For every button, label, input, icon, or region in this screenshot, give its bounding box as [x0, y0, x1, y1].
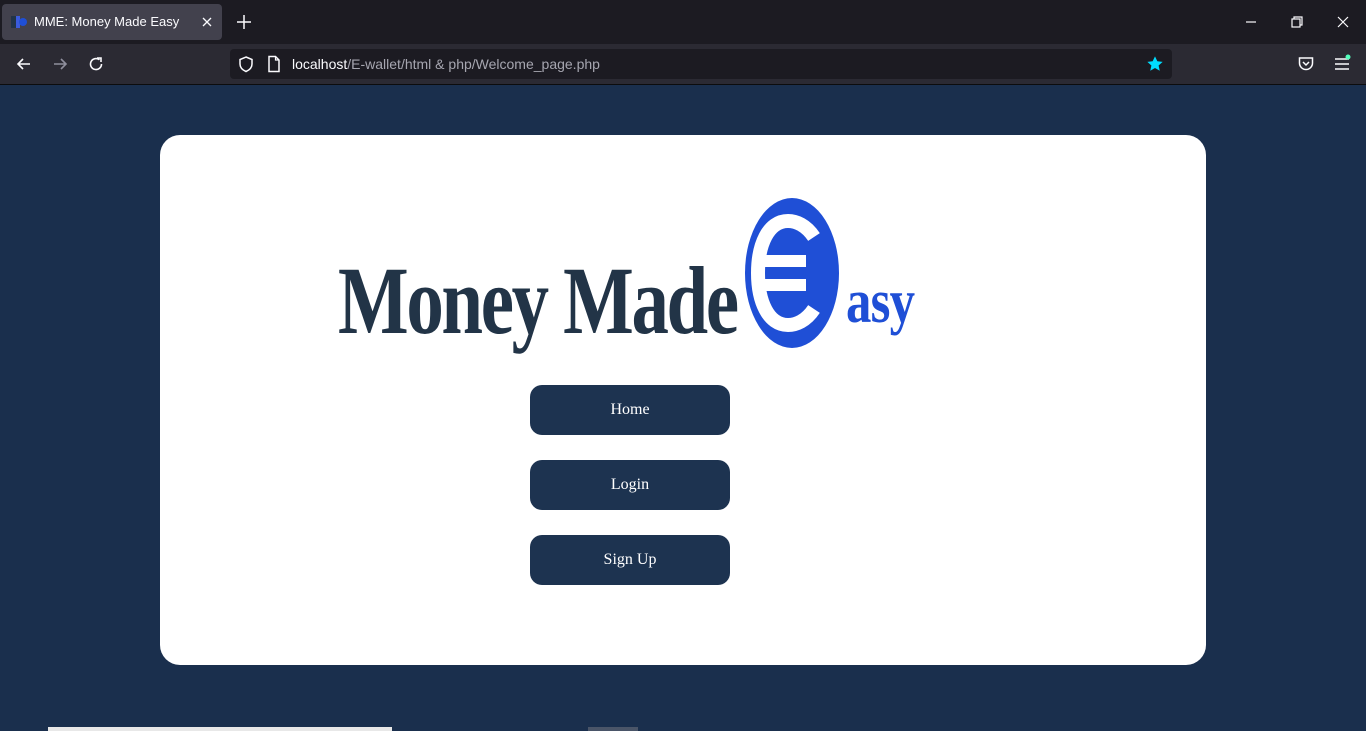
euro-icon: [745, 198, 839, 348]
scroll-marker: [588, 727, 638, 731]
login-button[interactable]: Login: [530, 460, 730, 510]
browser-tab[interactable]: MME: Money Made Easy: [2, 4, 222, 40]
tab-title: MME: Money Made Easy: [34, 14, 180, 29]
mme-logo-icon: [11, 16, 27, 28]
navigation-bar: localhost/E-wallet/html & php/Welcome_pa…: [0, 44, 1366, 85]
browser-chrome: MME: Money Made Easy localhost/E-wallet/…: [0, 0, 1366, 85]
url-text[interactable]: localhost/E-wallet/html & php/Welcome_pa…: [292, 56, 600, 72]
url-path: /E-wallet/html & php/Welcome_page.php: [347, 56, 600, 72]
restore-icon[interactable]: [1287, 12, 1307, 32]
tab-strip: MME: Money Made Easy: [0, 0, 1366, 44]
mme-logo: Money Made asy: [336, 195, 926, 355]
reload-icon[interactable]: [86, 54, 106, 74]
url-bar[interactable]: localhost/E-wallet/html & php/Welcome_pa…: [230, 49, 1172, 79]
scroll-thumb[interactable]: [48, 727, 392, 731]
close-window-icon[interactable]: [1333, 12, 1353, 32]
page-icon[interactable]: [264, 54, 284, 74]
logo-text: Money Made: [338, 247, 739, 354]
star-icon[interactable]: [1146, 55, 1164, 73]
bottom-strip: [0, 727, 1366, 731]
new-tab-icon[interactable]: [234, 12, 254, 32]
page-content: Money Made asy Home Login Sign Up: [0, 85, 1366, 731]
signup-button[interactable]: Sign Up: [530, 535, 730, 585]
hamburger-icon[interactable]: [1332, 54, 1352, 74]
close-tab-icon[interactable]: [200, 15, 214, 29]
shield-icon[interactable]: [236, 54, 256, 74]
pocket-icon[interactable]: [1296, 54, 1316, 74]
url-host: localhost: [292, 56, 348, 72]
minimize-icon[interactable]: [1241, 12, 1261, 32]
arrow-right-icon[interactable]: [50, 54, 70, 74]
welcome-card: Money Made asy Home Login Sign Up: [160, 135, 1206, 665]
logo-suffix: asy: [846, 268, 915, 336]
arrow-left-icon[interactable]: [14, 54, 34, 74]
home-button[interactable]: Home: [530, 385, 730, 435]
